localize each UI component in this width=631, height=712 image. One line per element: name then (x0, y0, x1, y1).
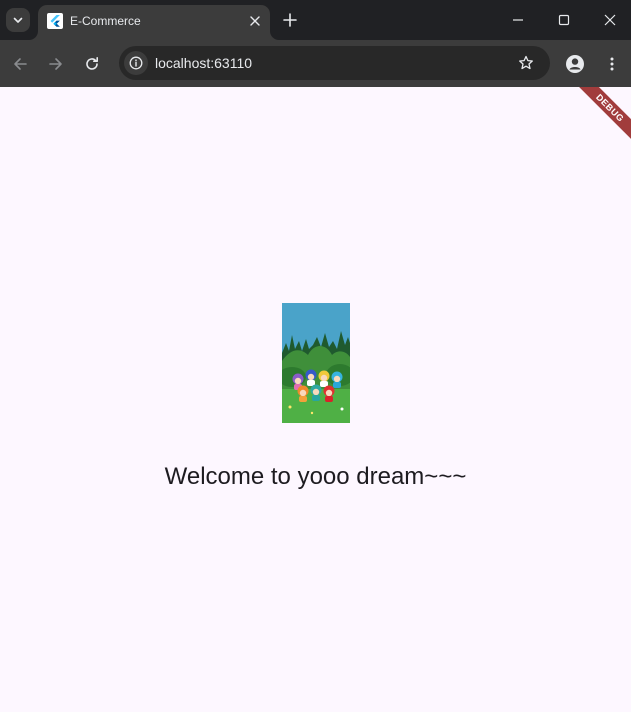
avatar-icon (566, 55, 584, 73)
browser-toolbar: localhost:63110 (0, 40, 631, 87)
arrow-left-icon (14, 58, 27, 70)
chevron-down-icon (13, 17, 23, 23)
tab-search-button[interactable] (6, 8, 30, 32)
site-info-button[interactable] (124, 51, 148, 75)
minimize-button[interactable] (495, 0, 541, 40)
back-button[interactable] (7, 51, 33, 77)
welcome-illustration (282, 303, 350, 423)
page-viewport: Welcome to yooo dream~~~ DEBUG (0, 87, 631, 712)
forward-button[interactable] (43, 51, 69, 77)
window-close-button[interactable] (587, 0, 631, 40)
tab-title: E-Commerce (70, 14, 141, 28)
profile-button[interactable] (562, 51, 588, 77)
welcome-text: Welcome to yooo dream~~~ (164, 463, 467, 490)
url-text[interactable]: localhost:63110 (155, 55, 252, 71)
tab-close-button[interactable] (246, 12, 264, 30)
address-bar[interactable]: localhost:63110 (119, 46, 550, 80)
close-icon (250, 16, 260, 26)
tab-strip: E-Commerce (0, 0, 631, 40)
arrow-right-icon (49, 58, 62, 70)
plus-icon (283, 13, 297, 27)
star-icon (519, 55, 533, 70)
menu-button[interactable] (599, 51, 625, 77)
maximize-icon (558, 14, 570, 26)
reload-button[interactable] (79, 51, 105, 77)
info-icon (129, 56, 143, 70)
new-tab-button[interactable] (280, 10, 300, 30)
minimize-icon (513, 19, 523, 21)
browser-tab[interactable]: E-Commerce (38, 5, 270, 40)
debug-banner: DEBUG (566, 87, 631, 152)
bookmark-button[interactable] (515, 52, 537, 74)
reload-icon (86, 57, 98, 70)
flutter-icon (47, 13, 63, 29)
maximize-button[interactable] (541, 0, 587, 40)
more-vertical-icon (610, 57, 614, 71)
close-icon (604, 14, 616, 26)
